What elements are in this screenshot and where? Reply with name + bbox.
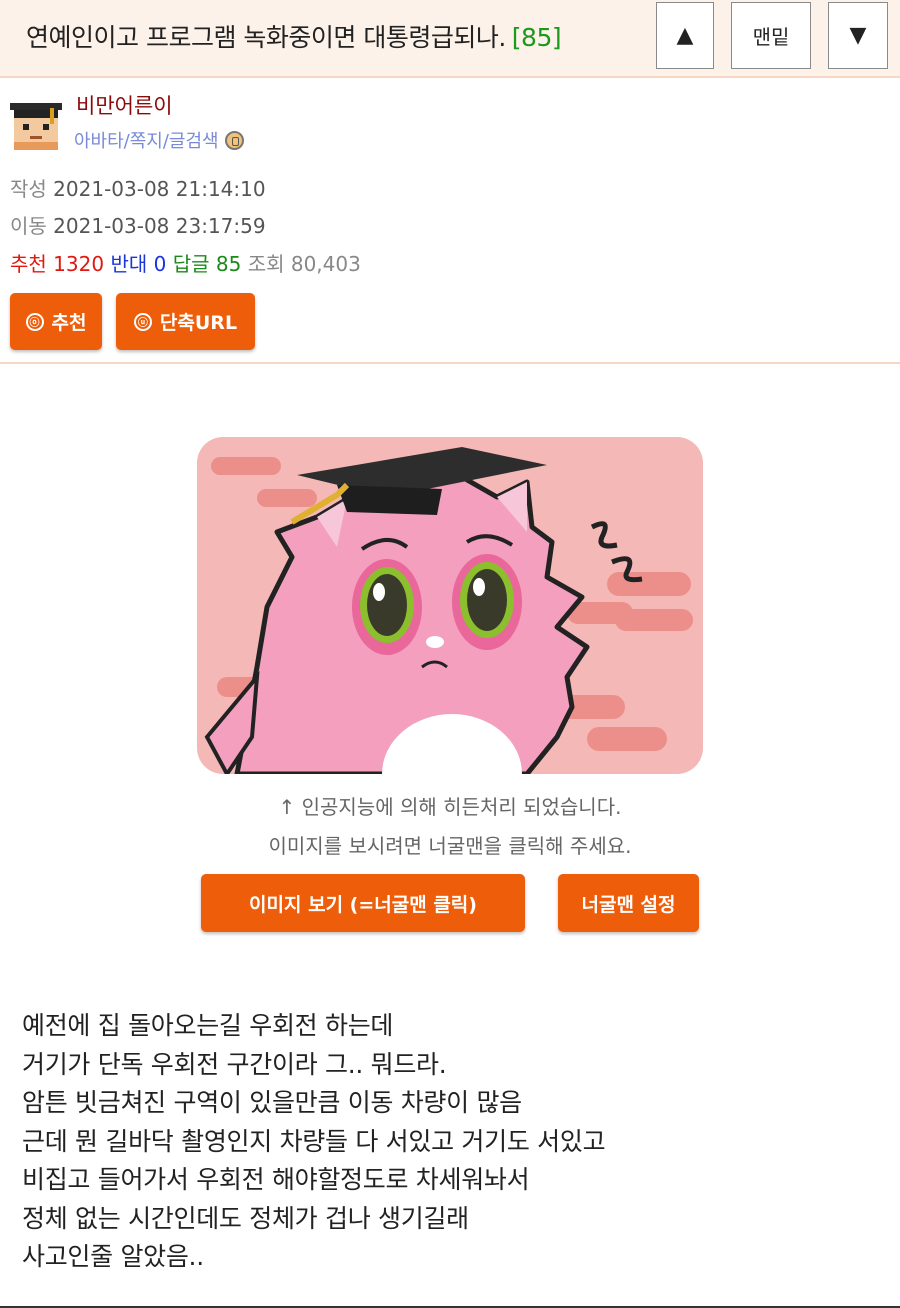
level-badge-icon bbox=[224, 130, 244, 150]
content-line: 예전에 집 돌아오는길 우회전 하는데 bbox=[22, 1011, 394, 1040]
scroll-up-button[interactable]: ▲ bbox=[656, 2, 714, 69]
moved-value: 2021-03-08 23:17:59 bbox=[53, 214, 266, 238]
reply-count[interactable]: [85] bbox=[512, 23, 562, 52]
short-url-button-label: 단축URL bbox=[159, 312, 238, 334]
hidden-image-placeholder[interactable] bbox=[197, 437, 703, 774]
author-links-text[interactable]: 아바타/쪽지/글검색 bbox=[74, 127, 219, 153]
moved-label: 이동 bbox=[10, 214, 47, 238]
post-stats: 추천 1320 반대 0 답글 85 조회 80,403 bbox=[10, 248, 361, 277]
author-name[interactable]: 비만어른이 bbox=[76, 90, 173, 120]
content-line: 암튼 빗금쳐진 구역이 있을만큼 이동 차량이 많음 bbox=[22, 1088, 522, 1117]
view-image-button[interactable]: 이미지 보기 (=너굴맨 클릭) bbox=[201, 874, 525, 932]
reply-label: 답글 bbox=[172, 252, 210, 276]
content-line: 비집고 들어가서 우회전 해야할정도로 차세워놔서 bbox=[22, 1165, 530, 1194]
written-label: 작성 bbox=[10, 177, 47, 201]
hidden-notice-line2: 이미지를 보시려면 너굴맨을 클릭해 주세요. bbox=[268, 834, 632, 858]
recommend-button-label: 추천 bbox=[51, 312, 87, 334]
raccoon-settings-button[interactable]: 너굴맨 설정 bbox=[558, 874, 699, 932]
written-date: 작성 2021-03-08 21:14:10 bbox=[10, 173, 266, 202]
graduate-avatar-icon[interactable] bbox=[10, 98, 62, 150]
written-value: 2021-03-08 21:14:10 bbox=[53, 177, 266, 201]
url-circle-icon: ⓤ bbox=[133, 312, 152, 331]
oppose-count: 0 bbox=[153, 252, 167, 276]
reply-stat-count: 85 bbox=[215, 252, 242, 276]
post-title-text: 연예인이고 프로그램 녹화중이면 대통령급되나. bbox=[26, 23, 506, 52]
go-bottom-button[interactable]: 맨밑 bbox=[731, 2, 811, 69]
scroll-down-button[interactable]: ▼ bbox=[828, 2, 888, 69]
author-links[interactable]: 아바타/쪽지/글검색 bbox=[74, 127, 244, 153]
views-count: 80,403 bbox=[290, 252, 361, 276]
moved-date: 이동 2021-03-08 23:17:59 bbox=[10, 210, 266, 239]
raccoon-graduate-illustration bbox=[197, 437, 703, 774]
recommend-circle-icon: ⓞ bbox=[25, 312, 44, 331]
content-line: 정체 없는 시간인데도 정체가 겁나 생기길래 bbox=[22, 1203, 469, 1233]
post-title: 연예인이고 프로그램 녹화중이면 대통령급되나. [85] bbox=[26, 18, 562, 54]
post-header: 연예인이고 프로그램 녹화중이면 대통령급되나. [85] ▲ 맨밑 ▼ bbox=[0, 0, 900, 78]
content-line: 사고인줄 알았음.. bbox=[22, 1242, 204, 1271]
post-content: 예전에 집 돌아오는길 우회전 하는데 거기가 단독 우회전 구간이라 그.. … bbox=[22, 1007, 606, 1277]
oppose-label: 반대 bbox=[110, 252, 148, 276]
hidden-notice-line1: ↑ 인공지능에 의해 히든처리 되었습니다. bbox=[278, 795, 622, 819]
recommend-button[interactable]: ⓞ 추천 bbox=[10, 293, 102, 350]
triangle-down-icon: ▼ bbox=[849, 23, 867, 48]
content-line: 근데 뭔 길바닥 촬영인지 차량들 다 서있고 거기도 서있고 bbox=[22, 1126, 606, 1156]
content-line: 거기가 단독 우회전 구간이라 그.. 뭐드라. bbox=[22, 1049, 447, 1079]
triangle-up-icon: ▲ bbox=[676, 23, 694, 48]
views-label: 조회 bbox=[247, 252, 285, 276]
author-section: 비만어른이 아바타/쪽지/글검색 작성 2021-03-08 21:14:10 … bbox=[0, 80, 900, 364]
recommend-count: 1320 bbox=[53, 252, 105, 276]
short-url-button[interactable]: ⓤ 단축URL bbox=[116, 293, 255, 350]
recommend-label: 추천 bbox=[10, 252, 47, 276]
